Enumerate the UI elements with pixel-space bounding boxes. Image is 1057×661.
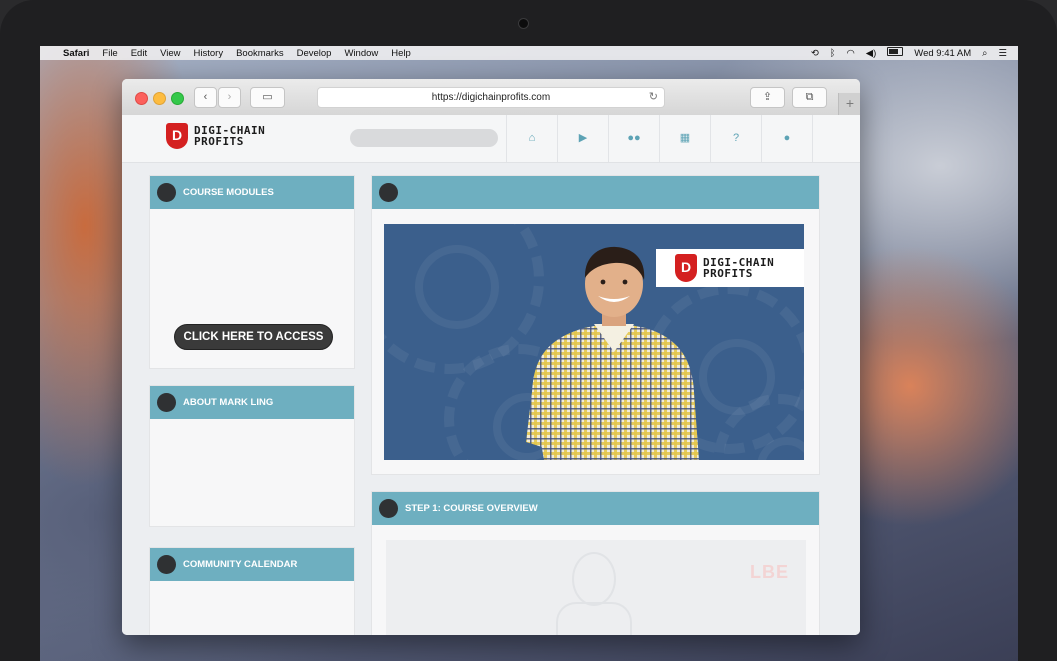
sidebar-toggle-icon[interactable]: ▭	[250, 87, 285, 108]
thumbnail-brand-text: LBE	[750, 562, 789, 582]
browser-toolbar: ‹ › ▭ https://digichainprofits.com ↻ ⇪ ⧉…	[122, 79, 860, 116]
nav-play-icon[interactable]: ▶	[557, 115, 608, 162]
back-arrow-icon[interactable]: ‹	[194, 87, 217, 108]
camera	[518, 18, 529, 29]
web-page: D DIGI-CHAIN PROFITS ⌂ ▶ ●● ▦ ? ● COURSE…	[122, 115, 860, 635]
site-search-input[interactable]	[350, 129, 498, 147]
ghost-presenter-body	[556, 602, 632, 635]
nav-user-icon[interactable]: ●	[761, 115, 813, 162]
video-logo-line-2: PROFITS	[703, 267, 753, 280]
desktop-screen: Safari File Edit View History Bookmarks …	[40, 46, 1018, 661]
nav-help-icon[interactable]: ?	[710, 115, 761, 162]
step1-title: STEP 1: COURSE OVERVIEW	[405, 503, 538, 514]
about-panel: ABOUT MARK LING	[149, 385, 355, 527]
step1-panel: STEP 1: COURSE OVERVIEW LBE	[371, 491, 820, 635]
video-panel-header	[372, 176, 819, 209]
spotlight-search-icon[interactable]: ⌕	[982, 48, 987, 59]
course-modules-header: COURSE MODULES	[150, 176, 354, 209]
panel-avatar-dot	[379, 183, 398, 202]
panel-avatar-dot	[157, 393, 176, 412]
wifi-icon[interactable]: ◠	[847, 48, 855, 59]
panel-avatar-dot	[379, 499, 398, 518]
url-text: https://digichainprofits.com	[431, 92, 551, 103]
status-area: ⟲ ᛒ ◠ ◀) Wed 9:41 AM ⌕ ☰	[811, 46, 1018, 60]
show-tabs-icon[interactable]: ⧉	[792, 87, 827, 108]
menu-help[interactable]: Help	[391, 48, 411, 59]
menu-file[interactable]: File	[102, 48, 117, 59]
step1-video-thumbnail[interactable]: LBE	[386, 540, 806, 635]
calendar-header: COMMUNITY CALENDAR	[150, 548, 354, 581]
address-bar[interactable]: https://digichainprofits.com ↻	[317, 87, 665, 108]
menu-view[interactable]: View	[160, 48, 180, 59]
site-header: D DIGI-CHAIN PROFITS ⌂ ▶ ●● ▦ ? ●	[122, 115, 860, 163]
menu-window[interactable]: Window	[344, 48, 378, 59]
panel-avatar-dot	[157, 183, 176, 202]
video-shield-logo-icon: D	[675, 254, 697, 282]
menu-bookmarks[interactable]: Bookmarks	[236, 48, 284, 59]
logo-text: DIGI-CHAIN PROFITS	[194, 125, 265, 147]
calendar-title: COMMUNITY CALENDAR	[183, 559, 298, 570]
calendar-panel: COMMUNITY CALENDAR	[149, 547, 355, 635]
nav-users-icon[interactable]: ●●	[608, 115, 659, 162]
safari-window: ‹ › ▭ https://digichainprofits.com ↻ ⇪ ⧉…	[122, 79, 860, 635]
video-logo-text: DIGI-CHAIN PROFITS	[703, 257, 774, 279]
menu-edit[interactable]: Edit	[131, 48, 147, 59]
volume-icon[interactable]: ◀)	[866, 48, 876, 59]
about-title: ABOUT MARK LING	[183, 397, 274, 408]
about-header: ABOUT MARK LING	[150, 386, 354, 419]
app-menu[interactable]: Safari	[63, 48, 89, 59]
forward-arrow-icon[interactable]: ›	[218, 87, 241, 108]
intro-video-player[interactable]: D DIGI-CHAIN PROFITS	[384, 224, 804, 460]
course-modules-panel: COURSE MODULES CLICK HERE TO ACCESS	[149, 175, 355, 369]
access-button[interactable]: CLICK HERE TO ACCESS	[174, 324, 333, 350]
step1-header: STEP 1: COURSE OVERVIEW	[372, 492, 819, 525]
shield-logo-icon: D	[166, 123, 188, 149]
new-tab-plus-icon[interactable]: +	[838, 93, 860, 115]
video-brand-overlay: D DIGI-CHAIN PROFITS	[656, 249, 804, 287]
course-modules-title: COURSE MODULES	[183, 187, 274, 198]
video-panel: D DIGI-CHAIN PROFITS	[371, 175, 820, 475]
close-window-button[interactable]	[135, 92, 148, 105]
nav-calendar-icon[interactable]: ▦	[659, 115, 710, 162]
menu-history[interactable]: History	[194, 48, 224, 59]
panel-avatar-dot	[157, 555, 176, 574]
bluetooth-icon[interactable]: ᛒ	[830, 48, 836, 59]
clock[interactable]: Wed 9:41 AM	[914, 48, 971, 59]
site-nav: ⌂ ▶ ●● ▦ ? ●	[506, 115, 813, 162]
zoom-window-button[interactable]	[171, 92, 184, 105]
minimize-window-button[interactable]	[153, 92, 166, 105]
battery-icon[interactable]	[887, 47, 904, 59]
menu-develop[interactable]: Develop	[297, 48, 332, 59]
notification-center-icon[interactable]: ☰	[998, 48, 1007, 59]
reload-icon[interactable]: ↻	[649, 88, 658, 107]
menu-bar: Safari File Edit View History Bookmarks …	[40, 46, 1018, 60]
logo-line-2: PROFITS	[194, 135, 244, 148]
ghost-presenter-head	[572, 552, 616, 606]
share-icon[interactable]: ⇪	[750, 87, 785, 108]
time-machine-icon[interactable]: ⟲	[811, 48, 819, 59]
site-logo[interactable]: D DIGI-CHAIN PROFITS	[166, 123, 265, 149]
nav-home-icon[interactable]: ⌂	[506, 115, 557, 162]
